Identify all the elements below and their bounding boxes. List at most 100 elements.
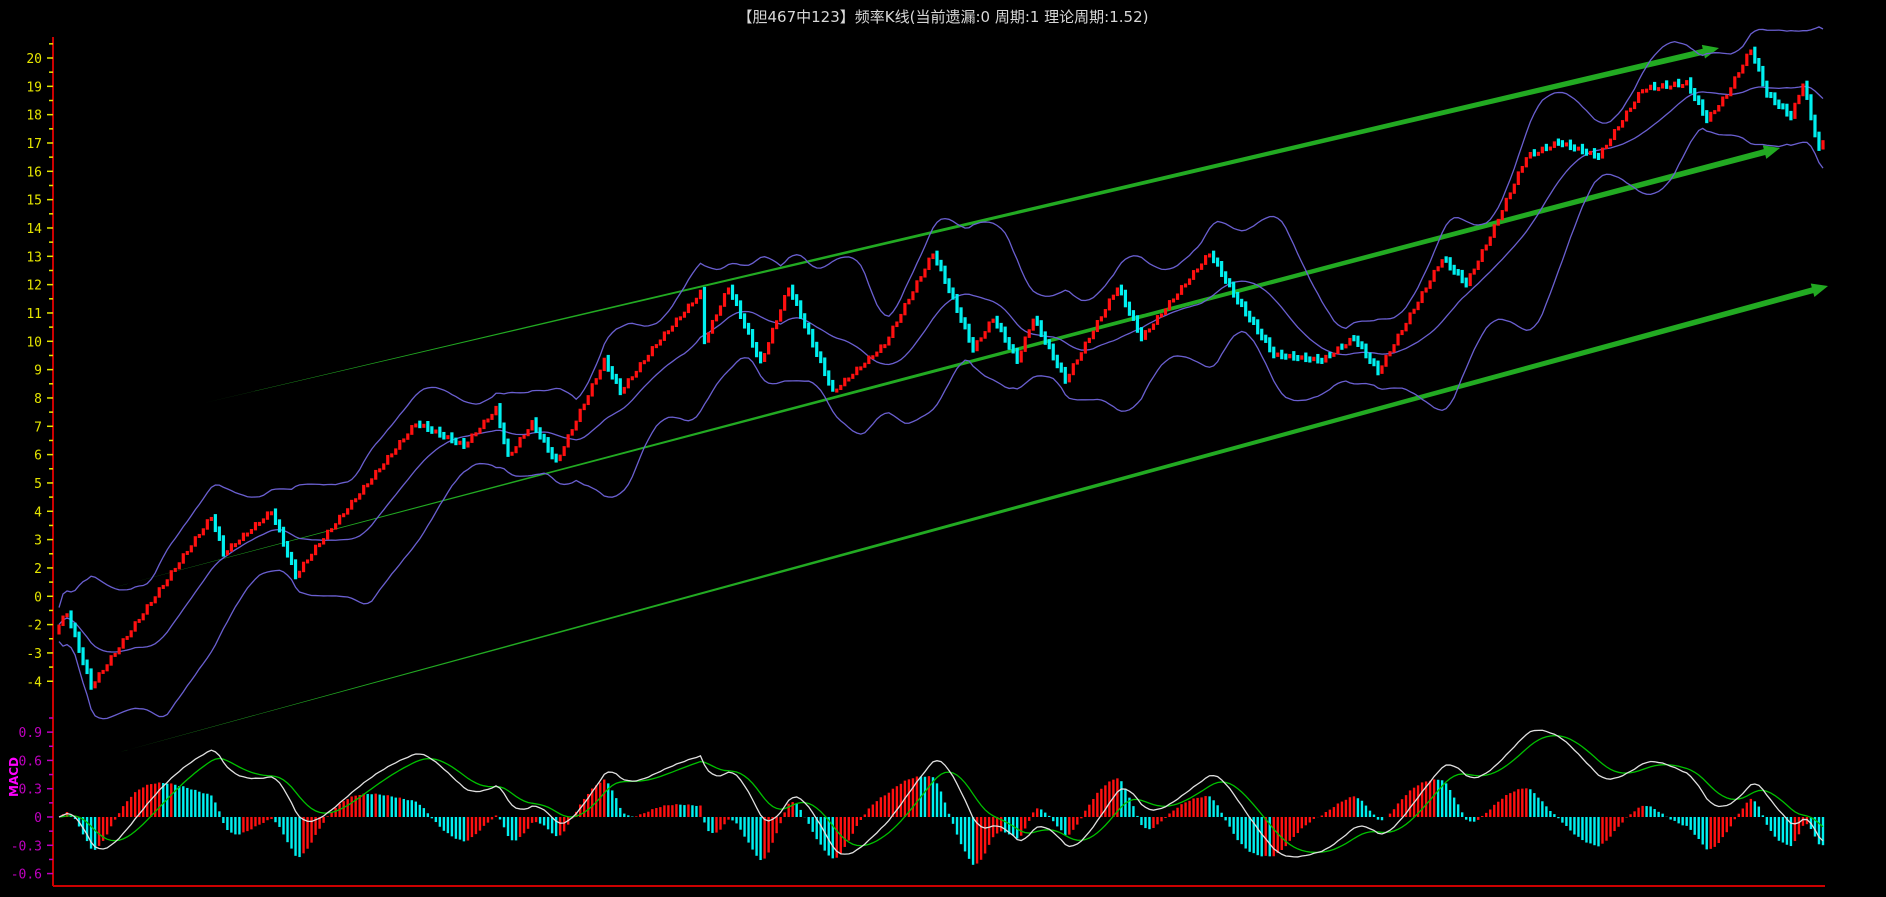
macd-histogram-bar	[1593, 817, 1596, 846]
macd-histogram-bar	[807, 817, 810, 824]
macd-histogram-bar	[1489, 809, 1492, 817]
candle-up	[1632, 101, 1637, 110]
candle-down	[1761, 65, 1765, 87]
macd-histogram-bar	[1288, 817, 1291, 841]
candle-down	[738, 300, 743, 319]
macd-histogram-bar	[470, 817, 474, 838]
macd-histogram-bar	[1104, 785, 1107, 817]
candle-up	[1492, 224, 1496, 238]
macd-histogram-bar	[1096, 792, 1099, 817]
candle-up	[1111, 294, 1115, 300]
macd-histogram-bar	[1308, 817, 1312, 823]
candle-up	[582, 403, 586, 411]
candle-up	[1484, 244, 1488, 251]
candle-down	[1568, 139, 1573, 151]
candle-up	[602, 357, 606, 372]
candle-up	[494, 405, 498, 416]
candle-down	[1809, 94, 1813, 121]
candle-up	[330, 528, 334, 533]
candle-up	[1420, 291, 1424, 304]
candle-down	[1813, 114, 1817, 138]
candle-up	[714, 314, 719, 322]
macd-histogram-bar	[963, 817, 967, 852]
candle-up	[1468, 273, 1472, 287]
candle-up	[1191, 270, 1196, 280]
candle-down	[1035, 315, 1039, 326]
candle-up	[1600, 147, 1605, 159]
candle-up	[1612, 129, 1617, 141]
candle-up	[975, 340, 979, 352]
candle-down	[1693, 88, 1697, 102]
candle-up	[686, 303, 691, 314]
macd-histogram-bar	[282, 817, 285, 835]
macd-histogram-bar	[146, 784, 149, 817]
candle-up	[1087, 337, 1091, 344]
candle-down	[1135, 315, 1140, 333]
macd-histogram-bar	[478, 817, 482, 831]
candle-up	[574, 420, 578, 431]
macd-tick-label: 0.3	[19, 783, 42, 798]
candle-up	[1163, 308, 1168, 315]
candle-up	[253, 522, 258, 531]
macd-histogram-bar	[1633, 811, 1636, 817]
candle-down	[73, 622, 77, 638]
macd-histogram-bar	[170, 783, 173, 817]
candle-up	[991, 318, 995, 323]
macd-histogram-bar	[1304, 817, 1308, 826]
macd-histogram-bar	[1553, 814, 1556, 817]
bollinger-lower-line	[58, 127, 1824, 720]
macd-histogram-bar	[763, 817, 766, 859]
candle-down	[1260, 328, 1264, 341]
y-tick-label: 19	[26, 80, 42, 95]
candle-down	[1789, 110, 1793, 121]
candle-up	[859, 366, 863, 371]
macd-histogram-bar	[85, 817, 89, 842]
macd-histogram-bar	[1256, 817, 1259, 856]
candle-up	[1821, 140, 1825, 150]
candle-up	[1027, 329, 1031, 338]
candle-down	[951, 287, 955, 300]
candle-down	[1264, 334, 1268, 343]
candle-down	[1592, 148, 1597, 159]
y-tick-label: 15	[26, 194, 42, 209]
candle-up	[1332, 352, 1336, 357]
macd-histogram-bar	[1072, 817, 1075, 830]
candle-down	[811, 328, 815, 348]
macd-histogram-bar	[550, 817, 554, 834]
candle-down	[823, 357, 827, 377]
macd-histogram-bar	[863, 814, 867, 817]
macd-histogram-bar	[611, 790, 614, 817]
candle-down	[1039, 320, 1043, 338]
macd-histogram-bar	[117, 813, 121, 817]
candle-up	[1155, 315, 1160, 325]
candle-up	[1721, 96, 1725, 107]
macd-histogram-bar	[226, 817, 229, 831]
candle-up	[1091, 330, 1095, 340]
candle-down	[606, 354, 610, 372]
candle-down	[1220, 261, 1224, 277]
macd-histogram-bar	[831, 817, 834, 859]
macd-histogram-bar	[1517, 789, 1520, 817]
macd-histogram-bar	[190, 789, 193, 817]
candle-up	[241, 532, 246, 542]
candle-up	[1649, 84, 1653, 91]
macd-tick-label: 0	[34, 811, 42, 826]
candle-up	[883, 344, 887, 349]
macd-histogram-bar	[506, 817, 510, 837]
macd-histogram-bar	[871, 804, 875, 817]
macd-histogram-bar	[1773, 817, 1777, 837]
candle-down	[1131, 310, 1136, 321]
macd-histogram-bar	[1152, 817, 1155, 829]
macd-histogram-bar	[775, 817, 778, 834]
candle-down	[1572, 144, 1577, 152]
candle-up	[398, 440, 402, 450]
candle-up	[165, 579, 169, 587]
macd-histogram-bar	[1392, 809, 1396, 817]
candle-up	[237, 539, 242, 545]
macd-histogram-bar	[1801, 817, 1805, 826]
macd-histogram-bar	[651, 809, 654, 817]
macd-histogram-bar	[855, 817, 859, 826]
candle-up	[987, 321, 991, 333]
macd-histogram-bar	[1557, 817, 1560, 819]
candle-down	[702, 286, 707, 345]
